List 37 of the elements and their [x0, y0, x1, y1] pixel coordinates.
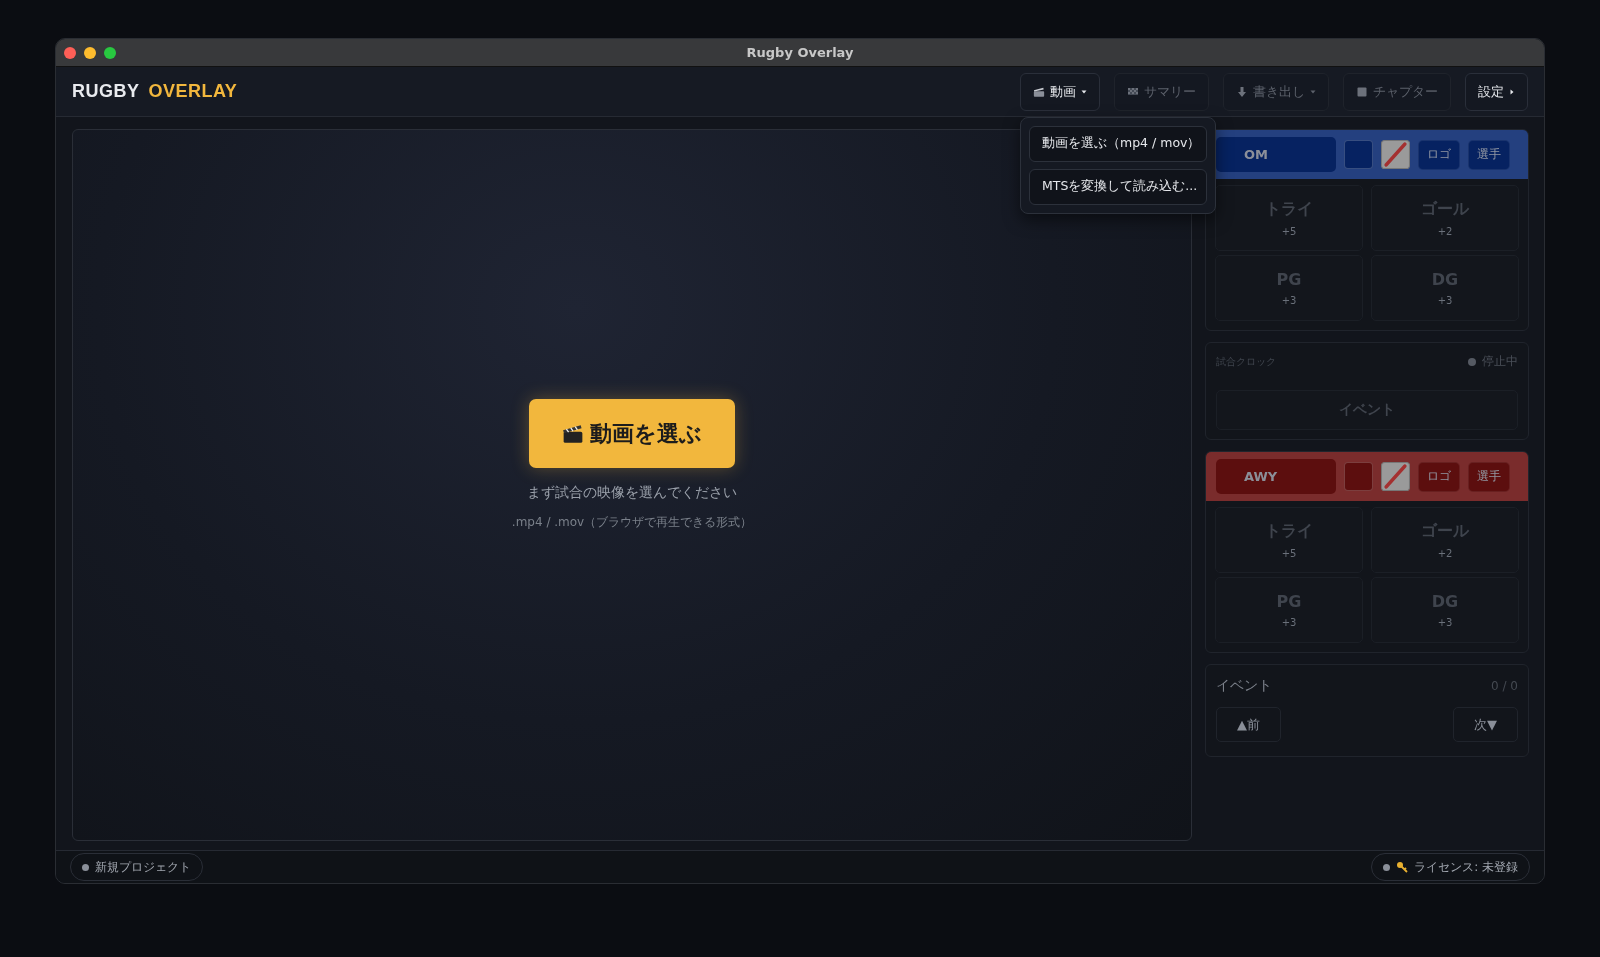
close-button[interactable]: [64, 47, 76, 59]
color-swatch[interactable]: [1344, 140, 1373, 169]
menu-item[interactable]: 動画を選ぶ（mp4 / mov）: [1029, 125, 1207, 162]
caret-icon: [1310, 88, 1316, 95]
checkered-flag-icon: [1127, 85, 1139, 98]
caret-icon: [1509, 88, 1515, 95]
logo-button[interactable]: ロゴ: [1418, 461, 1460, 492]
minimize-button[interactable]: [84, 47, 96, 59]
clapper-icon: [562, 423, 584, 444]
key-icon: [1396, 861, 1409, 873]
square-icon: [1356, 85, 1368, 98]
app-logo-text: OVERLAY: [148, 81, 238, 102]
players-button[interactable]: 選手: [1468, 461, 1510, 492]
hint-text: まず試合の映像を選んでください: [527, 484, 737, 502]
status-dot: [82, 863, 89, 871]
no-color-swatch-icon[interactable]: [1381, 462, 1410, 491]
clapper-icon: [1033, 85, 1045, 98]
choose-video-button[interactable]: 動画を選ぶ: [529, 399, 735, 468]
events-title: イベント: [1216, 677, 1272, 695]
color-swatch[interactable]: [1344, 462, 1373, 491]
players-button[interactable]: 選手: [1468, 139, 1510, 170]
toolbar-button[interactable]: 動画: [1020, 72, 1100, 111]
previous-button[interactable]: ▲前: [1216, 707, 1281, 742]
team-name-field[interactable]: AWY: [1216, 459, 1336, 494]
app-logo-text: RUGBY: [72, 81, 140, 102]
caret-icon: [1081, 88, 1087, 95]
download-icon: [1236, 85, 1248, 98]
status-dot: [1383, 863, 1391, 871]
logo-button[interactable]: ロゴ: [1418, 139, 1460, 170]
window-title: Rugby Overlay: [746, 45, 854, 60]
next-button[interactable]: 次▼: [1453, 707, 1518, 742]
zoom-button[interactable]: [104, 47, 116, 59]
menu-item[interactable]: MTSを変換して読み込む...: [1029, 168, 1207, 205]
format-note: .mp4 / .mov（ブラウザで再生できる形式）: [511, 514, 753, 531]
no-color-swatch-icon[interactable]: [1381, 140, 1410, 169]
toolbar-button[interactable]: 設定: [1465, 72, 1528, 111]
team-name-field[interactable]: OM: [1216, 137, 1336, 172]
